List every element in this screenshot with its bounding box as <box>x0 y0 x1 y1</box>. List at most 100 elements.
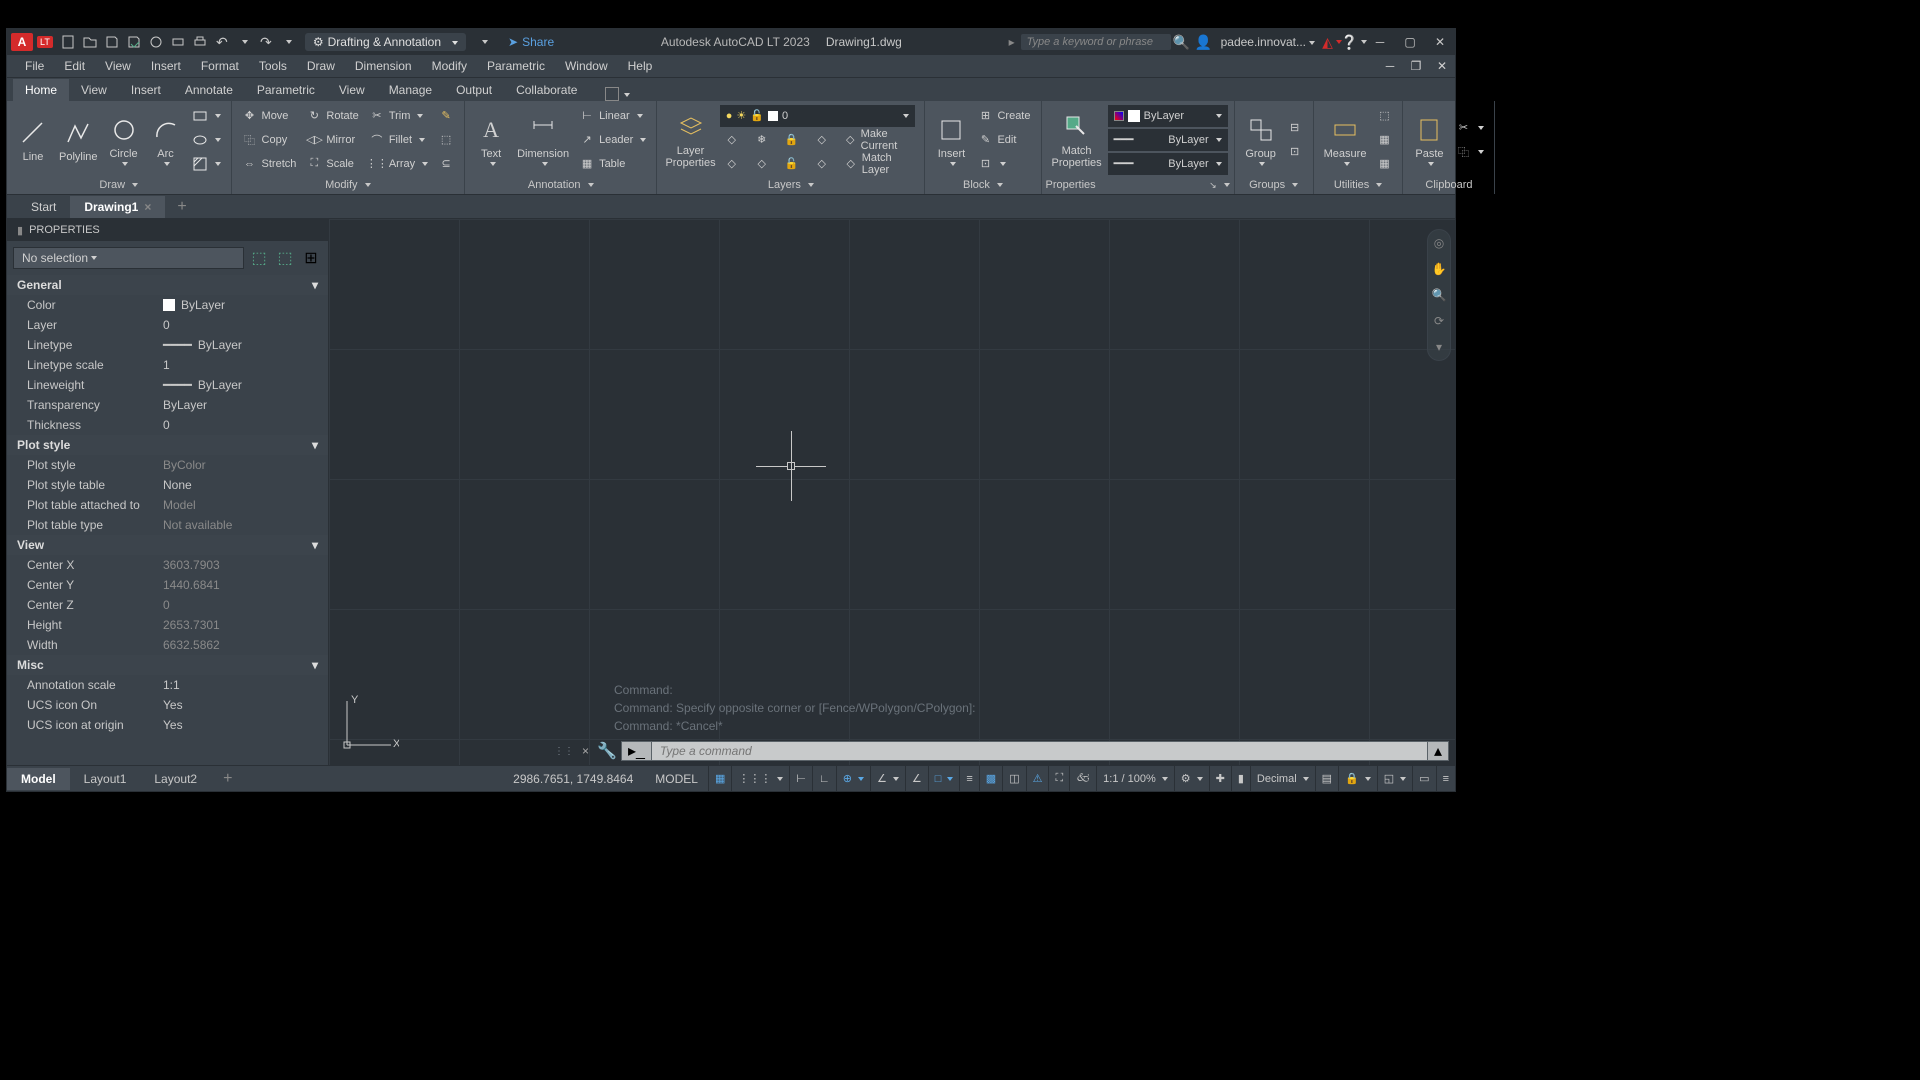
offset-button[interactable]: ⊆ <box>434 153 458 175</box>
user-menu[interactable]: padee.innovat... <box>1221 35 1315 49</box>
filetab-drawing1[interactable]: Drawing1× <box>70 196 165 218</box>
redo-dropdown[interactable] <box>277 31 299 53</box>
explode-button[interactable]: ⬚ <box>434 129 458 151</box>
ribbontab-collaborate[interactable]: Collaborate <box>504 79 589 101</box>
menu-tools[interactable]: Tools <box>249 59 297 73</box>
prop-ltscale[interactable]: Linetype scale1 <box>7 355 328 375</box>
grid-toggle[interactable]: ▦ <box>708 766 731 791</box>
copy-button[interactable]: ⿻Copy <box>238 129 301 151</box>
layer-unlock-icon[interactable]: 🔓 <box>780 153 804 175</box>
clean-screen-icon[interactable]: ▭ <box>1412 766 1435 791</box>
dimension-button[interactable]: Dimension <box>513 112 573 168</box>
cmdline-expand-icon[interactable]: ▴ <box>1428 741 1449 761</box>
mirror-button[interactable]: ◁▷Mirror <box>302 129 362 151</box>
ribbontab-featured[interactable] <box>599 87 636 101</box>
leader-button[interactable]: ↗Leader <box>575 129 650 151</box>
workspace-dropdown[interactable]: ⚙Drafting & Annotation <box>305 33 466 51</box>
layer-off-icon[interactable]: ◇ <box>720 129 744 151</box>
layouttab-layout1[interactable]: Layout1 <box>70 768 141 790</box>
otrack-toggle[interactable]: ∠ <box>905 766 928 791</box>
panel-properties-title[interactable]: Properties↘ <box>1046 176 1230 194</box>
rectangle-button[interactable] <box>188 105 225 127</box>
prop-plotattached[interactable]: Plot table attached toModel <box>7 495 328 515</box>
circle-button[interactable]: Circle <box>104 112 144 168</box>
make-current-button[interactable]: ◇Make Current <box>840 129 919 151</box>
section-general[interactable]: General▾ <box>7 275 328 295</box>
rotate-button[interactable]: ↻Rotate <box>302 105 362 127</box>
isodraft-toggle[interactable]: ∠ <box>870 766 905 791</box>
menu-draw[interactable]: Draw <box>297 59 345 73</box>
panel-block-title[interactable]: Block <box>929 176 1036 194</box>
line-button[interactable]: Line <box>13 115 53 165</box>
annotation-visibility-icon[interactable]: ✚ <box>1209 766 1231 791</box>
osnap-toggle[interactable]: □ <box>928 766 960 791</box>
ortho-toggle[interactable]: ∟ <box>812 766 836 791</box>
arc-button[interactable]: Arc <box>146 112 186 168</box>
ribbontab-manage[interactable]: Manage <box>377 79 444 101</box>
ribbontab-view[interactable]: View <box>69 79 119 101</box>
match-properties-button[interactable]: Match Properties <box>1048 109 1106 171</box>
quick-props-icon[interactable]: ▤ <box>1315 766 1338 791</box>
selection-dropdown[interactable]: No selection <box>13 247 244 269</box>
edit-block-button[interactable]: ✎Edit <box>973 129 1034 151</box>
search-icon[interactable]: 🔍 <box>1171 31 1193 53</box>
units-display[interactable]: Decimal <box>1250 766 1315 791</box>
plot-icon[interactable] <box>167 31 189 53</box>
undo-icon[interactable]: ↶ <box>211 31 233 53</box>
snap-toggle[interactable]: ⋮⋮⋮ <box>731 766 789 791</box>
nav-pan-icon[interactable]: ✋ <box>1430 260 1448 278</box>
color-dropdown[interactable]: ByLayer <box>1108 105 1228 127</box>
panel-clipboard-title[interactable]: Clipboard <box>1407 176 1490 194</box>
clipcopy-icon[interactable]: ⿻ <box>1451 141 1488 163</box>
layer-thaw-icon[interactable]: ◇ <box>750 153 774 175</box>
select-icon[interactable]: ⬚ <box>1372 105 1396 127</box>
prop-annoscale[interactable]: Annotation scale1:1 <box>7 675 328 695</box>
filetab-close-icon[interactable]: × <box>144 200 151 214</box>
prop-linetype[interactable]: Linetype━━━━ByLayer <box>7 335 328 355</box>
layer-iso-icon[interactable]: ◇ <box>810 129 834 151</box>
prop-plotstyle[interactable]: Plot styleByColor <box>7 455 328 475</box>
panel-utilities-title[interactable]: Utilities <box>1318 176 1399 194</box>
ribbontab-parametric[interactable]: Parametric <box>245 79 327 101</box>
lock-ui-icon[interactable]: 🔒 <box>1338 766 1377 791</box>
text-button[interactable]: AText <box>471 112 511 168</box>
annotation-scale[interactable]: 1:1 / 100% <box>1096 766 1174 791</box>
menu-modify[interactable]: Modify <box>422 59 477 73</box>
search-box[interactable]: Type a keyword or phrase <box>1021 34 1171 50</box>
panel-layers-title[interactable]: Layers <box>661 176 920 194</box>
group-edit-icon[interactable]: ⊡ <box>1283 141 1307 163</box>
nav-orbit-icon[interactable]: ⟳ <box>1430 312 1448 330</box>
calc-icon[interactable]: ▦ <box>1372 153 1396 175</box>
move-button[interactable]: ✥Move <box>238 105 301 127</box>
scale-button[interactable]: ⛶Scale <box>302 153 362 175</box>
prop-centerx[interactable]: Center X3603.7903 <box>7 555 328 575</box>
hatch-button[interactable] <box>188 153 225 175</box>
selection-cycling-toggle[interactable]: ◫ <box>1002 766 1025 791</box>
layouttab-new-button[interactable]: + <box>211 770 244 788</box>
redo-icon[interactable]: ↷ <box>255 31 277 53</box>
menu-dimension[interactable]: Dimension <box>345 59 422 73</box>
ungroup-icon[interactable]: ⊟ <box>1283 117 1307 139</box>
cut-icon[interactable]: ✂ <box>1451 117 1488 139</box>
properties-titlebar[interactable]: ▮PROPERTIES <box>7 219 328 241</box>
prop-layer[interactable]: Layer0 <box>7 315 328 335</box>
prop-plottype[interactable]: Plot table typeNot available <box>7 515 328 535</box>
insert-button[interactable]: Insert <box>931 112 971 168</box>
panel-annotation-title[interactable]: Annotation <box>469 176 652 194</box>
quickselect-icon[interactable]: ⬚ <box>248 247 270 269</box>
prop-transparency[interactable]: TransparencyByLayer <box>7 395 328 415</box>
fillet-button[interactable]: ⌒Fillet <box>365 129 432 151</box>
prop-ucsorigin[interactable]: UCS icon at originYes <box>7 715 328 735</box>
hardware-accel-icon[interactable]: ▮ <box>1231 766 1250 791</box>
layouttab-layout2[interactable]: Layout2 <box>140 768 211 790</box>
open-icon[interactable] <box>79 31 101 53</box>
layouttab-model[interactable]: Model <box>7 768 70 790</box>
signin-icon[interactable]: 👤 <box>1193 31 1215 53</box>
undo-dropdown[interactable] <box>233 31 255 53</box>
doc-restore-button[interactable]: ❐ <box>1403 59 1429 73</box>
cmdline-handle-icon[interactable]: ⋮⋮ <box>554 746 574 757</box>
autodesk-app-icon[interactable]: ◭ <box>1321 31 1343 53</box>
isolate-objects-icon[interactable]: ◱ <box>1377 766 1412 791</box>
cmdline-customize-icon[interactable]: 🔧 <box>597 741 617 761</box>
prop-ucson[interactable]: UCS icon OnYes <box>7 695 328 715</box>
